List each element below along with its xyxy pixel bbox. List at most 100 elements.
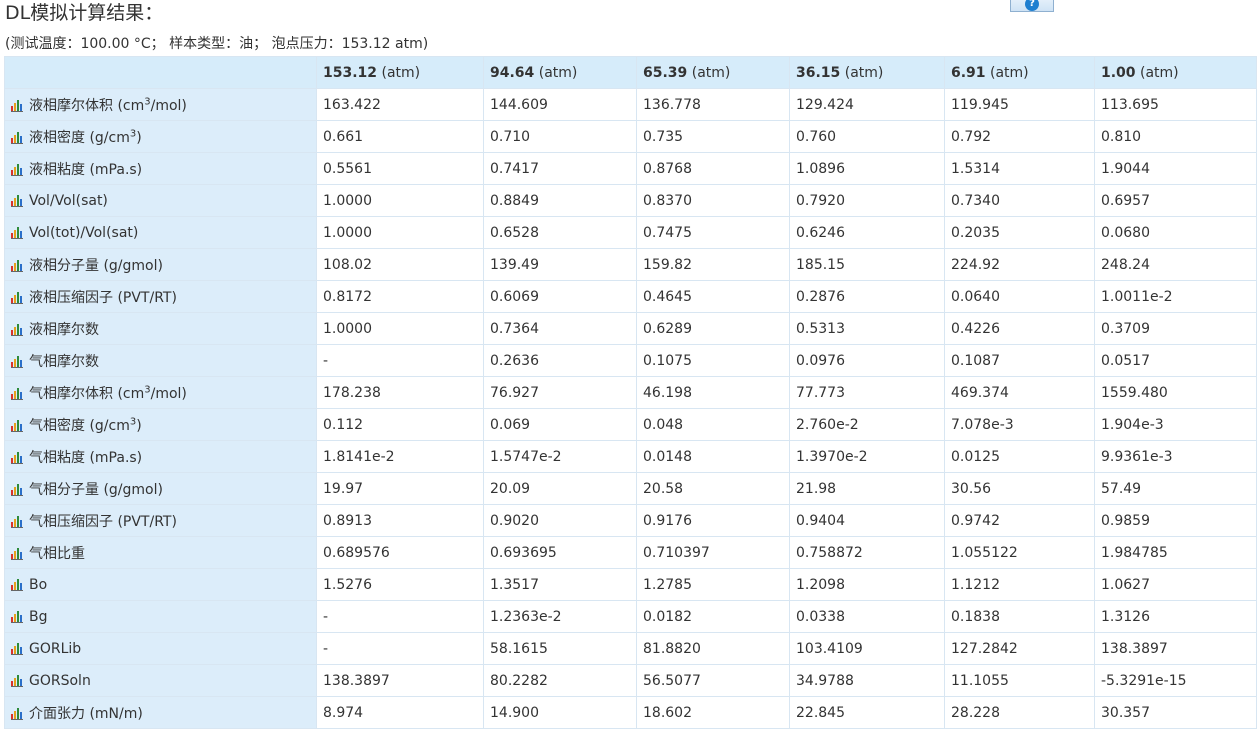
row-label-cell[interactable]: 液相密度 (g/cm3) (4, 120, 317, 153)
bar-chart-icon[interactable] (11, 419, 24, 432)
row-label-cell[interactable]: Bg (4, 600, 317, 633)
value-cell: 0.0976 (789, 344, 945, 377)
value-cell: 0.048 (636, 408, 790, 441)
bar-chart-icon[interactable] (11, 707, 24, 720)
pressure-column-header: 6.91 (atm) (944, 56, 1095, 89)
value-cell: - (316, 632, 484, 665)
bar-chart-icon[interactable] (11, 674, 24, 687)
row-label: 液相分子量 (g/gmol) (29, 257, 163, 274)
value-cell: 0.5561 (316, 152, 484, 185)
row-label-cell[interactable]: 液相粘度 (mPa.s) (4, 152, 317, 185)
row-label-cell[interactable]: 气相粘度 (mPa.s) (4, 440, 317, 473)
table-row: 气相粘度 (mPa.s) 1.8141e-2 1.5747e-2 0.0148 1.39… (4, 440, 1257, 473)
value-cell: 0.689576 (316, 536, 484, 569)
value-cell: 19.97 (316, 472, 484, 505)
table-row: 液相摩尔体积 (cm3/mol) 163.422 144.609 136.778 129… (4, 88, 1257, 121)
bar-chart-icon[interactable] (11, 547, 24, 560)
bar-chart-icon[interactable] (11, 387, 24, 400)
value-cell: 0.8849 (483, 184, 637, 217)
row-label-cell[interactable]: Vol/Vol(sat) (4, 184, 317, 217)
pressure-column-header: 1.00 (atm) (1094, 56, 1257, 89)
value-cell: 0.8172 (316, 280, 484, 313)
value-cell: - (316, 344, 484, 377)
value-cell: 46.198 (636, 376, 790, 409)
row-label-cell[interactable]: GORSoln (4, 664, 317, 697)
row-label-suffix: ) (136, 129, 142, 146)
row-label-cell[interactable]: 液相分子量 (g/gmol) (4, 248, 317, 281)
value-cell: 1.904e-3 (1094, 408, 1257, 441)
row-label-cell[interactable]: Vol(tot)/Vol(sat) (4, 216, 317, 249)
value-cell: 0.6528 (483, 216, 637, 249)
help-button[interactable]: ? (1010, 0, 1054, 12)
bar-chart-icon[interactable] (11, 131, 24, 144)
table-row: 液相分子量 (g/gmol) 108.02 139.49 159.82 185.15 22… (4, 248, 1257, 281)
row-label: Bg (29, 608, 48, 625)
bar-chart-icon[interactable] (11, 642, 24, 655)
row-label-cell[interactable]: 气相分子量 (g/gmol) (4, 472, 317, 505)
bar-chart-icon[interactable] (11, 355, 24, 368)
value-cell: 57.49 (1094, 472, 1257, 505)
row-label: Vol(tot)/Vol(sat) (29, 224, 139, 241)
row-label-cell[interactable]: GORLib (4, 632, 317, 665)
value-cell: 0.0182 (636, 600, 790, 633)
value-cell: -5.3291e-15 (1094, 664, 1257, 697)
value-cell: 0.0338 (789, 600, 945, 633)
value-cell: 11.1055 (944, 664, 1095, 697)
table-row: 气相密度 (g/cm3) 0.112 0.069 0.048 2.760e-2 7.078… (4, 408, 1257, 441)
row-label-suffix: ) (136, 417, 142, 434)
value-cell: 1.3970e-2 (789, 440, 945, 473)
row-label: GORLib (29, 640, 82, 657)
bar-chart-icon[interactable] (11, 226, 24, 239)
pressure-unit: (atm) (377, 64, 421, 81)
value-cell: 1.055122 (944, 536, 1095, 569)
bar-chart-icon[interactable] (11, 259, 24, 272)
row-label-cell[interactable]: 液相压缩因子 (PVT/RT) (4, 280, 317, 313)
value-cell: 80.2282 (483, 664, 637, 697)
bar-chart-icon[interactable] (11, 451, 24, 464)
bar-chart-icon[interactable] (11, 99, 24, 112)
value-cell: 77.773 (789, 376, 945, 409)
dl-results-page: DL模拟计算结果： ? (测试温度：100.00 °C； 样本类型：油； 泡点压… (0, 0, 1258, 732)
row-label: 液相摩尔体积 (cm (29, 97, 145, 114)
pressure-value: 153.12 (323, 64, 378, 81)
bar-chart-icon[interactable] (11, 291, 24, 304)
value-cell: 0.8913 (316, 504, 484, 537)
value-cell: 178.238 (316, 376, 484, 409)
bar-chart-icon[interactable] (11, 578, 24, 591)
row-label-cell[interactable]: 气相摩尔体积 (cm3/mol) (4, 376, 317, 409)
row-label-cell[interactable]: 气相比重 (4, 536, 317, 569)
value-cell: 0.2876 (789, 280, 945, 313)
row-label-cell[interactable]: 气相压缩因子 (PVT/RT) (4, 504, 317, 537)
pressure-unit: (atm) (985, 64, 1029, 81)
row-label-cell[interactable]: 气相密度 (g/cm3) (4, 408, 317, 441)
value-cell: 22.845 (789, 696, 945, 729)
value-cell: 136.778 (636, 88, 790, 121)
value-cell: 1.2098 (789, 568, 945, 601)
value-cell: 0.0148 (636, 440, 790, 473)
row-label-cell[interactable]: Bo (4, 568, 317, 601)
row-label-cell[interactable]: 介面张力 (mN/m) (4, 696, 317, 729)
value-cell: 0.6957 (1094, 184, 1257, 217)
value-cell: 1.0000 (316, 312, 484, 345)
value-cell: 0.6289 (636, 312, 790, 345)
row-label-cell[interactable]: 气相摩尔数 (4, 344, 317, 377)
value-cell: 1559.480 (1094, 376, 1257, 409)
bar-chart-icon[interactable] (11, 515, 24, 528)
row-label: GORSoln (29, 672, 91, 689)
bar-chart-icon[interactable] (11, 194, 24, 207)
value-cell: 469.374 (944, 376, 1095, 409)
row-label-cell[interactable]: 液相摩尔数 (4, 312, 317, 345)
value-cell: 56.5077 (636, 664, 790, 697)
bar-chart-icon[interactable] (11, 483, 24, 496)
bar-chart-icon[interactable] (11, 163, 24, 176)
value-cell: 0.4645 (636, 280, 790, 313)
row-label: 液相摩尔数 (29, 321, 99, 338)
bar-chart-icon[interactable] (11, 610, 24, 623)
value-cell: 0.9404 (789, 504, 945, 537)
value-cell: 0.9742 (944, 504, 1095, 537)
value-cell: 224.92 (944, 248, 1095, 281)
row-label: Bo (29, 576, 48, 593)
value-cell: 0.810 (1094, 120, 1257, 153)
row-label-cell[interactable]: 液相摩尔体积 (cm3/mol) (4, 88, 317, 121)
bar-chart-icon[interactable] (11, 323, 24, 336)
